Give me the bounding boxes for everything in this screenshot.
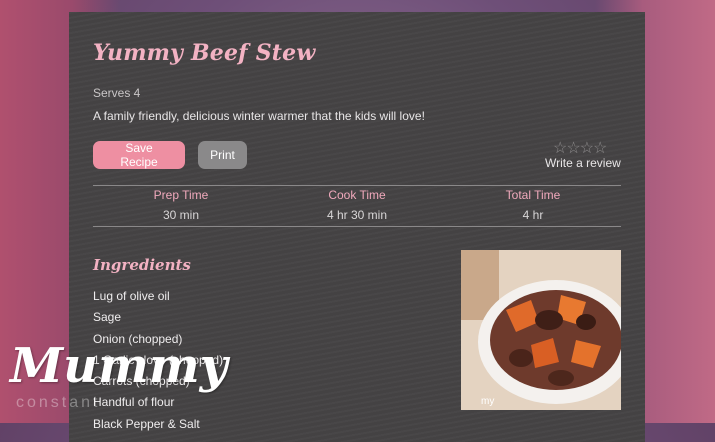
- list-item: Lug of olive oil: [93, 289, 170, 303]
- total-time-value: 4 hr: [522, 208, 544, 222]
- photo-watermark-text: my: [481, 396, 494, 407]
- watermark-script: Mummy: [10, 338, 228, 394]
- prep-time-value: 30 min: [162, 208, 200, 222]
- recipe-title: Yummy Beef Stew: [93, 40, 316, 66]
- total-time: Total Time 4 hr: [445, 188, 621, 222]
- list-item: Sage: [93, 310, 122, 325]
- ingredients-heading: Ingredients: [93, 256, 191, 274]
- prep-time: Prep Time 30 min: [93, 188, 269, 222]
- divider-bottom: [93, 226, 621, 227]
- save-recipe-button[interactable]: Save Recipe: [93, 141, 185, 169]
- recipe-times: Prep Time 30 min Cook Time 4 hr 30 min T…: [93, 188, 621, 222]
- print-button[interactable]: Print: [198, 141, 247, 169]
- total-time-label: Total Time: [505, 188, 561, 202]
- recipe-description: A family friendly, delicious winter warm…: [93, 109, 425, 123]
- prep-time-label: Prep Time: [153, 188, 209, 202]
- recipe-serves: Serves 4: [93, 86, 141, 100]
- write-review-link[interactable]: Write a review: [545, 156, 621, 170]
- cook-time-label: Cook Time: [328, 188, 386, 202]
- site-watermark: Mummy constant: [10, 338, 228, 423]
- watermark-sub: constant: [16, 394, 101, 411]
- cook-time-value: 4 hr 30 min: [326, 208, 388, 222]
- cook-time: Cook Time 4 hr 30 min: [269, 188, 445, 222]
- divider-top: [93, 185, 621, 186]
- rating-stars[interactable]: ☆☆☆☆: [553, 138, 607, 158]
- stew-bowl-image: my: [461, 250, 621, 410]
- recipe-photo: my: [461, 250, 621, 410]
